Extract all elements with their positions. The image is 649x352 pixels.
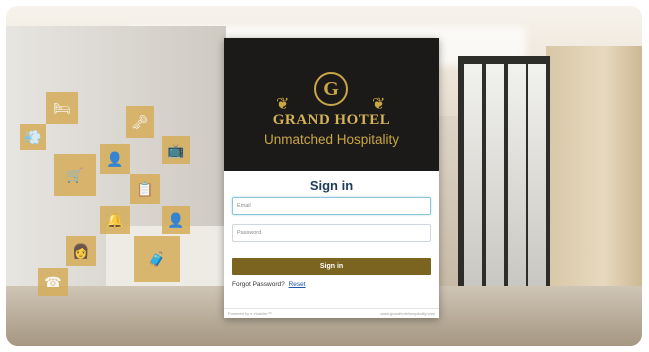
- luggage-icon: 🧳: [134, 236, 180, 282]
- glass-doors: [458, 56, 550, 306]
- telephone-icon: ☎: [38, 268, 68, 296]
- powered-by-text: Powered by e-Hotelier™: [228, 311, 272, 316]
- forgot-password-row: Forgot Password? Reset: [232, 281, 306, 288]
- email-placeholder: Email: [237, 203, 251, 209]
- service-bell-icon: 🔔: [100, 206, 130, 234]
- ornament-right-icon: ❦: [372, 96, 386, 113]
- ornament-left-icon: ❦: [276, 96, 290, 113]
- card-footer: Powered by e-Hotelier™ www.grandhotelhos…: [224, 308, 439, 318]
- hotel-header: ❦ G ❦ GRAND HOTEL Unmatched Hospitality: [224, 38, 439, 171]
- glass-door: [508, 64, 526, 294]
- bellboy-icon: 👤: [100, 144, 130, 174]
- menu-icon: 📋: [130, 174, 160, 204]
- tv-icon: 📺: [162, 136, 190, 164]
- glass-door: [528, 64, 546, 294]
- marble-wall: [546, 46, 642, 306]
- room-service-cart-icon: 🛒: [54, 154, 96, 196]
- password-placeholder: Password: [237, 230, 262, 236]
- concierge-icon: 👤: [162, 206, 190, 234]
- bed-icon: 🛏: [46, 92, 78, 124]
- hotel-name: GRAND HOTEL: [272, 112, 391, 128]
- logo-letter: G: [323, 77, 339, 100]
- hotel-tagline: Unmatched Hospitality: [263, 132, 400, 147]
- email-field[interactable]: Email: [232, 197, 431, 215]
- signin-button[interactable]: Sign in: [232, 258, 431, 275]
- login-card: ❦ G ❦ GRAND HOTEL Unmatched Hospitality …: [224, 38, 439, 318]
- staff-icon: 👩: [66, 236, 96, 266]
- glass-door: [464, 64, 482, 294]
- signin-title: Sign in: [309, 178, 354, 193]
- hotel-logo: G: [314, 72, 348, 106]
- glass-door: [486, 64, 504, 294]
- hairdryer-icon: 💨: [20, 124, 46, 150]
- door-hanger-icon: 🗝: [126, 106, 154, 138]
- reset-link[interactable]: Reset: [289, 281, 306, 288]
- website-link[interactable]: www.grandhotelhospitality.com: [380, 311, 435, 316]
- forgot-password-text: Forgot Password?: [232, 281, 285, 288]
- password-field[interactable]: Password: [232, 224, 431, 242]
